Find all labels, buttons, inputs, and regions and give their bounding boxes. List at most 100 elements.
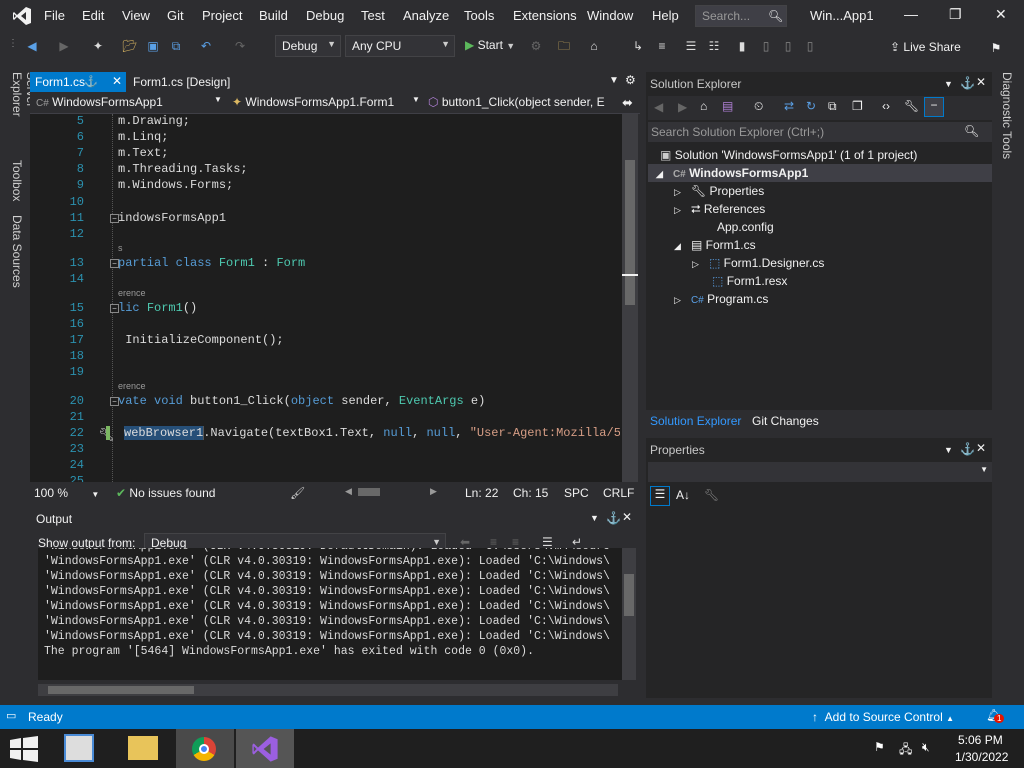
preview-selected-icon[interactable]: − xyxy=(924,97,944,117)
browser-link-icon[interactable]: ⌂ xyxy=(586,38,602,54)
bookmark-clear-icon[interactable]: ▯ xyxy=(802,38,818,54)
attach-icon[interactable]: ⚙ xyxy=(528,38,544,54)
volume-muted-icon[interactable]: 🔇︎ xyxy=(922,740,930,755)
diagnostic-tools-tab[interactable]: Diagnostic Tools xyxy=(1000,72,1014,172)
menu-debug[interactable]: Debug xyxy=(306,8,344,23)
output-text[interactable]: 'WindowsFormsApp1.exe' (CLR v4.0.30319: … xyxy=(38,548,622,680)
back-icon[interactable]: ◀ xyxy=(24,38,40,54)
output-menu-icon[interactable]: ▼ xyxy=(590,513,599,523)
visual-studio-taskbar-button[interactable] xyxy=(236,729,294,768)
prev-message-icon[interactable]: ≡ xyxy=(490,535,497,549)
scroll-thumb[interactable] xyxy=(48,686,194,694)
start-button[interactable]: ▶ Start ▼ xyxy=(465,38,515,52)
whitespace-indicator[interactable]: SPC xyxy=(564,486,589,500)
class-dropdown[interactable]: ✦ WindowsFormsApp1.Form1 ▼ xyxy=(232,95,422,113)
add-to-source-control-button[interactable]: ↑ Add to Source Control ▲ xyxy=(812,710,954,724)
chrome-taskbar-button[interactable] xyxy=(176,729,234,768)
redo-icon[interactable]: ↷ xyxy=(232,38,248,54)
windows-start-icon[interactable] xyxy=(10,736,38,762)
clear-all-icon[interactable]: ☰ xyxy=(542,535,553,549)
view-code-icon[interactable]: ‹› xyxy=(882,99,890,113)
line-ending-indicator[interactable]: CRLF xyxy=(603,486,634,500)
clock-time[interactable]: 5:06 PM xyxy=(958,733,1003,747)
menu-git[interactable]: Git xyxy=(167,8,184,23)
tree-item-properties[interactable]: ▷ 🔧︎ Properties xyxy=(674,184,764,198)
pin-icon[interactable]: ⚓ xyxy=(960,76,975,90)
menu-project[interactable]: Project xyxy=(202,8,242,23)
tree-item-form1[interactable]: ◢ ▤ Form1.cs xyxy=(674,238,756,252)
brush-icon[interactable]: 🖌︎ xyxy=(290,486,305,500)
properties-wrench-icon[interactable]: 🔧︎ xyxy=(904,99,919,113)
bookmark-prev-icon[interactable]: ▯ xyxy=(758,38,774,54)
feedback-icon[interactable]: ⚑ xyxy=(988,40,1004,56)
menu-test[interactable]: Test xyxy=(361,8,385,23)
close-tab-icon[interactable]: ✕ xyxy=(112,74,122,88)
bookmark-next-icon[interactable]: ▯ xyxy=(780,38,796,54)
tree-item-app-config[interactable]: App.config xyxy=(692,220,774,234)
search-box[interactable]: Search... 🔍︎ xyxy=(695,5,787,27)
categorized-icon[interactable]: ☰ xyxy=(650,486,670,506)
back-icon[interactable]: ◀ xyxy=(654,100,663,114)
collapse-icon[interactable]: − xyxy=(110,259,119,268)
output-vertical-scrollbar[interactable] xyxy=(622,548,636,680)
visual-studio-logo-icon[interactable] xyxy=(12,6,32,26)
collapse-icon[interactable]: − xyxy=(110,397,119,406)
output-horizontal-scrollbar[interactable] xyxy=(38,684,618,696)
pin-icon[interactable]: ⚓ xyxy=(960,442,975,456)
forward-icon[interactable]: ▶ xyxy=(56,38,72,54)
menu-window[interactable]: Window xyxy=(587,8,633,23)
configuration-dropdown[interactable]: Debug ▼ xyxy=(275,35,341,57)
notifications-button[interactable]: 🔔︎ 1 xyxy=(986,708,1005,723)
browse-folder-icon[interactable]: 🗀︎ xyxy=(556,38,572,54)
save-icon[interactable]: ▣ xyxy=(145,38,161,54)
reference-hint[interactable]: s xyxy=(118,243,123,253)
panel-menu-icon[interactable]: ▼ xyxy=(944,445,953,455)
project-dropdown[interactable]: C# WindowsFormsApp1 ▼ xyxy=(36,95,224,113)
data-sources-tab[interactable]: Data Sources xyxy=(10,215,24,295)
maximize-icon[interactable]: ❐ xyxy=(949,6,962,23)
word-wrap-icon[interactable]: ↵ xyxy=(572,535,582,549)
tree-item-references[interactable]: ▷ ⮂ References xyxy=(674,202,765,217)
pending-changes-icon[interactable]: ⏲ xyxy=(754,99,763,114)
indent-icon[interactable]: ☰ xyxy=(683,38,699,54)
sync-icon[interactable]: ⇄ xyxy=(784,99,794,113)
property-pages-icon[interactable]: 🔧︎ xyxy=(704,488,719,502)
menu-build[interactable]: Build xyxy=(259,8,288,23)
scroll-thumb[interactable] xyxy=(624,574,634,616)
solution-node[interactable]: ▣ Solution 'WindowsFormsApp1' (1 of 1 pr… xyxy=(660,148,917,162)
format-icon[interactable]: ≡ xyxy=(654,38,670,54)
settings-icon[interactable]: ⚙ xyxy=(625,73,636,87)
menu-tools[interactable]: Tools xyxy=(464,8,494,23)
reference-hint[interactable]: erence xyxy=(118,288,146,298)
alphabetical-icon[interactable]: A↓ xyxy=(676,488,690,502)
scroll-right-icon[interactable]: ▶ xyxy=(430,486,437,497)
split-editor-icon[interactable]: ⬌ xyxy=(622,95,633,111)
find-message-icon[interactable]: ⬅ xyxy=(460,535,470,549)
project-node[interactable]: ◢ C# WindowsFormsApp1 xyxy=(656,166,808,180)
menu-extensions[interactable]: Extensions xyxy=(513,8,577,23)
menu-file[interactable]: File xyxy=(44,8,65,23)
pin-icon[interactable]: ⚓ xyxy=(84,75,98,88)
clock-date[interactable]: 1/30/2022 xyxy=(955,750,1008,764)
action-center-flag-icon[interactable]: ⚑ xyxy=(874,740,885,754)
panel-menu-icon[interactable]: ▼ xyxy=(944,79,953,89)
close-window-icon[interactable]: ✕ xyxy=(995,6,1007,23)
forward-icon[interactable]: ▶ xyxy=(678,100,687,114)
member-dropdown[interactable]: ⬡ button1_Click(object sender, E xyxy=(428,95,612,113)
menu-analyze[interactable]: Analyze xyxy=(403,8,449,23)
save-all-icon[interactable]: ⧉ xyxy=(168,38,184,54)
network-icon[interactable]: 🖧︎ xyxy=(899,740,912,761)
collapse-icon[interactable]: − xyxy=(110,304,119,313)
menu-help[interactable]: Help xyxy=(652,8,679,23)
tab-git-changes[interactable]: Git Changes xyxy=(752,414,819,428)
tab-solution-explorer[interactable]: Solution Explorer xyxy=(650,414,741,428)
horizontal-scroll-thumb[interactable] xyxy=(358,488,380,496)
close-panel-icon[interactable]: ✕ xyxy=(976,441,986,455)
step-icon[interactable]: ↳ xyxy=(630,38,646,54)
solution-search-box[interactable]: Search Solution Explorer (Ctrl+;) 🔍︎ xyxy=(648,122,992,142)
toolbox-tab[interactable]: Toolbox xyxy=(10,160,24,210)
zoom-dropdown[interactable]: 100 % ▼ xyxy=(34,486,99,500)
tree-item-program[interactable]: ▷ C# Program.cs xyxy=(674,292,768,306)
tab-list-dropdown-icon[interactable]: ▼ xyxy=(609,75,619,86)
bookmark-icon[interactable]: ▮ xyxy=(734,38,750,54)
